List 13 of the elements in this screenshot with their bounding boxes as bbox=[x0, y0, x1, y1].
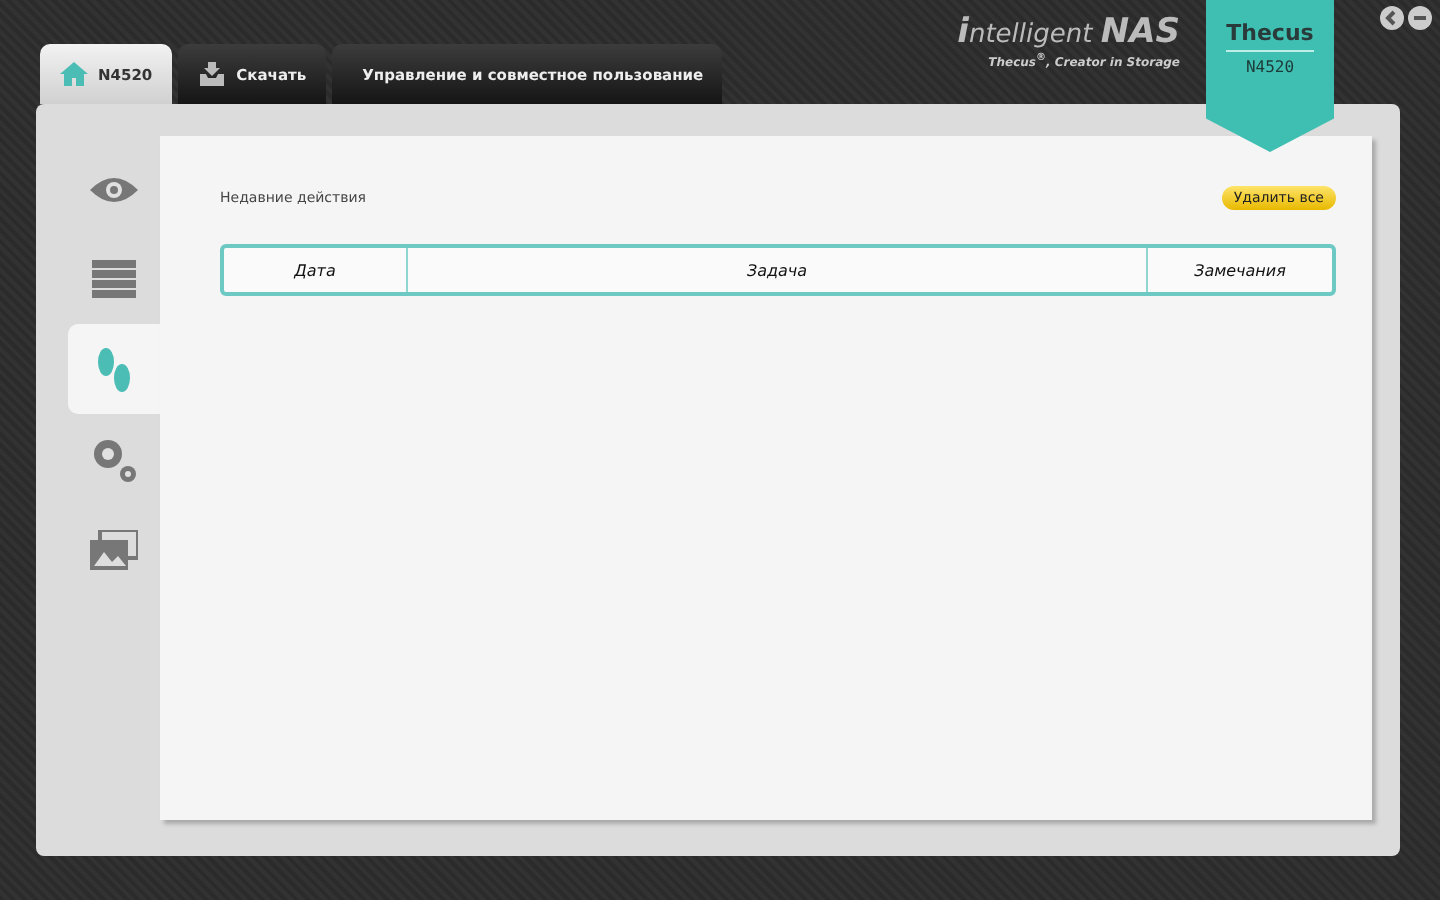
download-tray-icon bbox=[198, 62, 227, 86]
column-header: Задача bbox=[408, 248, 1148, 292]
back-button[interactable] bbox=[1380, 6, 1404, 30]
sidebar-item[interactable] bbox=[68, 324, 160, 414]
pictures-icon bbox=[90, 529, 138, 569]
model-badge: Thecus N4520 bbox=[1206, 0, 1334, 152]
minimize-button[interactable] bbox=[1408, 6, 1432, 30]
logo-title: intelligent NAS bbox=[955, 12, 1180, 52]
eye-icon bbox=[90, 173, 138, 205]
column-header: Дата bbox=[224, 248, 408, 292]
list-icon bbox=[92, 259, 136, 299]
home-icon bbox=[60, 62, 88, 86]
column-header: Замечания bbox=[1192, 259, 1288, 283]
